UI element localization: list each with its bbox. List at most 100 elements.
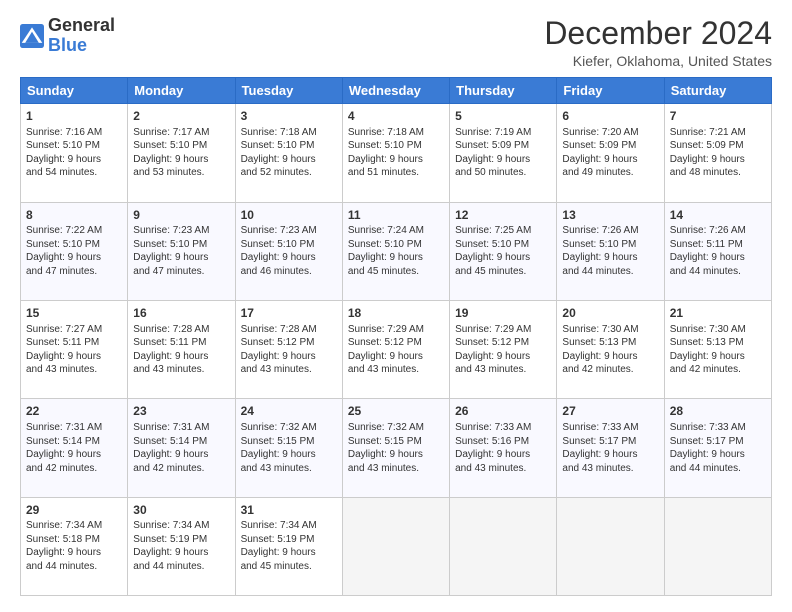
sunrise-label: Sunrise: 7:28 AM [133, 324, 209, 335]
daylight-minutes: and 42 minutes. [133, 463, 204, 474]
sunset-label: Sunset: 5:10 PM [133, 239, 207, 250]
sunrise-label: Sunrise: 7:23 AM [241, 225, 317, 236]
calendar-day: 14 Sunrise: 7:26 AM Sunset: 5:11 PM Dayl… [664, 202, 771, 300]
sunrise-label: Sunrise: 7:32 AM [241, 422, 317, 433]
daylight-label: Daylight: 9 hours [26, 547, 101, 558]
daylight-label: Daylight: 9 hours [670, 449, 745, 460]
calendar-day: 3 Sunrise: 7:18 AM Sunset: 5:10 PM Dayli… [235, 104, 342, 202]
logo-line2: Blue [48, 36, 115, 56]
calendar-day: 9 Sunrise: 7:23 AM Sunset: 5:10 PM Dayli… [128, 202, 235, 300]
sunrise-label: Sunrise: 7:18 AM [348, 127, 424, 138]
daylight-label: Daylight: 9 hours [670, 252, 745, 263]
sunrise-label: Sunrise: 7:33 AM [562, 422, 638, 433]
day-info: Sunrise: 7:26 AM Sunset: 5:10 PM Dayligh… [562, 224, 658, 278]
day-info: Sunrise: 7:18 AM Sunset: 5:10 PM Dayligh… [348, 126, 444, 180]
daylight-minutes: and 45 minutes. [455, 266, 526, 277]
daylight-label: Daylight: 9 hours [241, 547, 316, 558]
day-number: 27 [562, 403, 658, 420]
day-info: Sunrise: 7:27 AM Sunset: 5:11 PM Dayligh… [26, 323, 122, 377]
calendar-day: 19 Sunrise: 7:29 AM Sunset: 5:12 PM Dayl… [450, 300, 557, 398]
daylight-label: Daylight: 9 hours [241, 351, 316, 362]
day-info: Sunrise: 7:16 AM Sunset: 5:10 PM Dayligh… [26, 126, 122, 180]
daylight-minutes: and 52 minutes. [241, 167, 312, 178]
week-row-5: 29 Sunrise: 7:34 AM Sunset: 5:18 PM Dayl… [21, 497, 772, 595]
sunset-label: Sunset: 5:19 PM [133, 534, 207, 545]
day-info: Sunrise: 7:31 AM Sunset: 5:14 PM Dayligh… [133, 421, 229, 475]
sunset-label: Sunset: 5:12 PM [348, 337, 422, 348]
sunset-label: Sunset: 5:18 PM [26, 534, 100, 545]
daylight-minutes: and 49 minutes. [562, 167, 633, 178]
sunset-label: Sunset: 5:12 PM [455, 337, 529, 348]
sunrise-label: Sunrise: 7:26 AM [562, 225, 638, 236]
sunrise-label: Sunrise: 7:29 AM [455, 324, 531, 335]
day-info: Sunrise: 7:23 AM Sunset: 5:10 PM Dayligh… [133, 224, 229, 278]
sunset-label: Sunset: 5:10 PM [455, 239, 529, 250]
sunrise-label: Sunrise: 7:30 AM [670, 324, 746, 335]
daylight-minutes: and 43 minutes. [133, 364, 204, 375]
daylight-minutes: and 45 minutes. [241, 561, 312, 572]
col-monday: Monday [128, 78, 235, 104]
calendar-day: 15 Sunrise: 7:27 AM Sunset: 5:11 PM Dayl… [21, 300, 128, 398]
col-sunday: Sunday [21, 78, 128, 104]
day-number: 17 [241, 305, 337, 322]
day-number: 28 [670, 403, 766, 420]
daylight-label: Daylight: 9 hours [26, 449, 101, 460]
daylight-label: Daylight: 9 hours [241, 449, 316, 460]
sunrise-label: Sunrise: 7:19 AM [455, 127, 531, 138]
day-info: Sunrise: 7:26 AM Sunset: 5:11 PM Dayligh… [670, 224, 766, 278]
daylight-minutes: and 43 minutes. [455, 463, 526, 474]
daylight-minutes: and 53 minutes. [133, 167, 204, 178]
daylight-label: Daylight: 9 hours [562, 154, 637, 165]
calendar-table: Sunday Monday Tuesday Wednesday Thursday… [20, 77, 772, 596]
day-number: 14 [670, 207, 766, 224]
daylight-minutes: and 42 minutes. [562, 364, 633, 375]
col-thursday: Thursday [450, 78, 557, 104]
sunset-label: Sunset: 5:10 PM [133, 140, 207, 151]
daylight-label: Daylight: 9 hours [670, 154, 745, 165]
sunset-label: Sunset: 5:13 PM [562, 337, 636, 348]
daylight-minutes: and 43 minutes. [348, 463, 419, 474]
sunset-label: Sunset: 5:17 PM [670, 436, 744, 447]
daylight-minutes: and 44 minutes. [670, 463, 741, 474]
day-info: Sunrise: 7:23 AM Sunset: 5:10 PM Dayligh… [241, 224, 337, 278]
daylight-label: Daylight: 9 hours [455, 351, 530, 362]
day-number: 6 [562, 108, 658, 125]
header: General Blue December 2024 Kiefer, Oklah… [20, 16, 772, 69]
calendar-day: 11 Sunrise: 7:24 AM Sunset: 5:10 PM Dayl… [342, 202, 449, 300]
day-info: Sunrise: 7:34 AM Sunset: 5:18 PM Dayligh… [26, 519, 122, 573]
daylight-minutes: and 43 minutes. [348, 364, 419, 375]
sunset-label: Sunset: 5:15 PM [241, 436, 315, 447]
sunset-label: Sunset: 5:10 PM [562, 239, 636, 250]
sunset-label: Sunset: 5:09 PM [455, 140, 529, 151]
day-number: 16 [133, 305, 229, 322]
day-info: Sunrise: 7:22 AM Sunset: 5:10 PM Dayligh… [26, 224, 122, 278]
day-info: Sunrise: 7:20 AM Sunset: 5:09 PM Dayligh… [562, 126, 658, 180]
sunrise-label: Sunrise: 7:20 AM [562, 127, 638, 138]
daylight-minutes: and 43 minutes. [562, 463, 633, 474]
day-info: Sunrise: 7:33 AM Sunset: 5:16 PM Dayligh… [455, 421, 551, 475]
daylight-minutes: and 45 minutes. [348, 266, 419, 277]
day-info: Sunrise: 7:32 AM Sunset: 5:15 PM Dayligh… [241, 421, 337, 475]
sunset-label: Sunset: 5:14 PM [133, 436, 207, 447]
day-number: 15 [26, 305, 122, 322]
sunset-label: Sunset: 5:11 PM [133, 337, 206, 348]
daylight-minutes: and 50 minutes. [455, 167, 526, 178]
daylight-label: Daylight: 9 hours [133, 154, 208, 165]
daylight-label: Daylight: 9 hours [133, 449, 208, 460]
daylight-minutes: and 43 minutes. [455, 364, 526, 375]
daylight-minutes: and 42 minutes. [670, 364, 741, 375]
day-number: 26 [455, 403, 551, 420]
sunset-label: Sunset: 5:17 PM [562, 436, 636, 447]
sunset-label: Sunset: 5:15 PM [348, 436, 422, 447]
calendar-day [450, 497, 557, 595]
sunrise-label: Sunrise: 7:26 AM [670, 225, 746, 236]
daylight-label: Daylight: 9 hours [348, 154, 423, 165]
calendar-day: 1 Sunrise: 7:16 AM Sunset: 5:10 PM Dayli… [21, 104, 128, 202]
calendar-day: 22 Sunrise: 7:31 AM Sunset: 5:14 PM Dayl… [21, 399, 128, 497]
day-number: 19 [455, 305, 551, 322]
calendar-day: 26 Sunrise: 7:33 AM Sunset: 5:16 PM Dayl… [450, 399, 557, 497]
daylight-minutes: and 51 minutes. [348, 167, 419, 178]
daylight-minutes: and 44 minutes. [133, 561, 204, 572]
calendar-day: 24 Sunrise: 7:32 AM Sunset: 5:15 PM Dayl… [235, 399, 342, 497]
sunrise-label: Sunrise: 7:30 AM [562, 324, 638, 335]
